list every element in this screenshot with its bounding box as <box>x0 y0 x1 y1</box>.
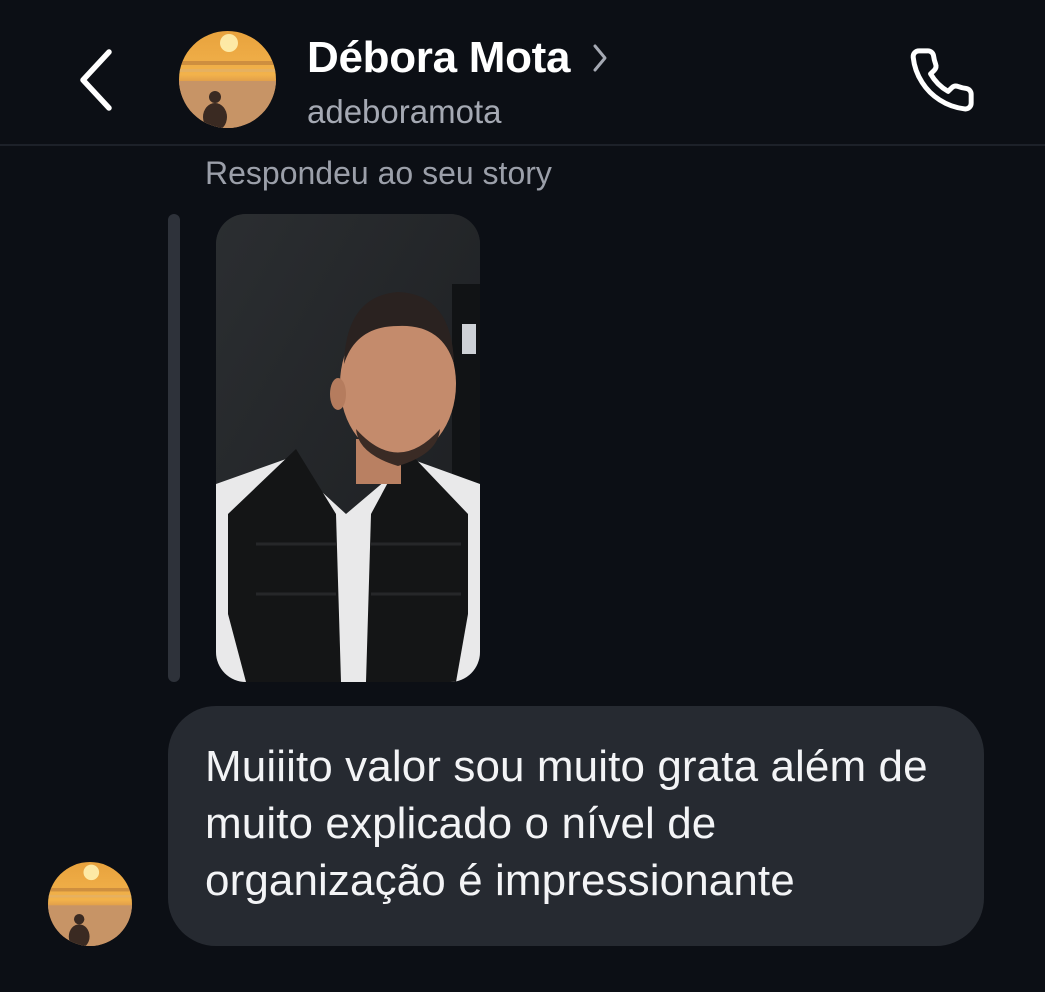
message-text: Muiiito valor sou muito grata além de mu… <box>205 742 928 905</box>
contact-handle: adeboramota <box>307 93 502 130</box>
message-bubble[interactable]: Muiiito valor sou muito grata além de mu… <box>168 706 984 946</box>
call-button[interactable] <box>902 40 982 120</box>
contact-name: Débora Mota <box>307 33 571 82</box>
story-reply-caption: Respondeu ao seu story <box>205 155 552 191</box>
chat-screen: Débora Mota adeboramota Respondeu ao seu… <box>0 0 1045 992</box>
story-thumbnail[interactable] <box>216 214 480 682</box>
chat-header: Débora Mota adeboramota <box>0 0 1045 145</box>
phone-icon <box>910 48 974 112</box>
chevron-right-icon <box>592 43 608 73</box>
reply-indicator-bar <box>168 214 180 682</box>
sender-avatar[interactable] <box>48 862 132 946</box>
header-divider <box>0 144 1045 146</box>
back-button[interactable] <box>70 44 120 116</box>
chevron-left-icon <box>80 49 112 111</box>
contact-avatar[interactable] <box>179 31 276 128</box>
contact-name-link[interactable]: Débora Mota <box>307 32 608 84</box>
